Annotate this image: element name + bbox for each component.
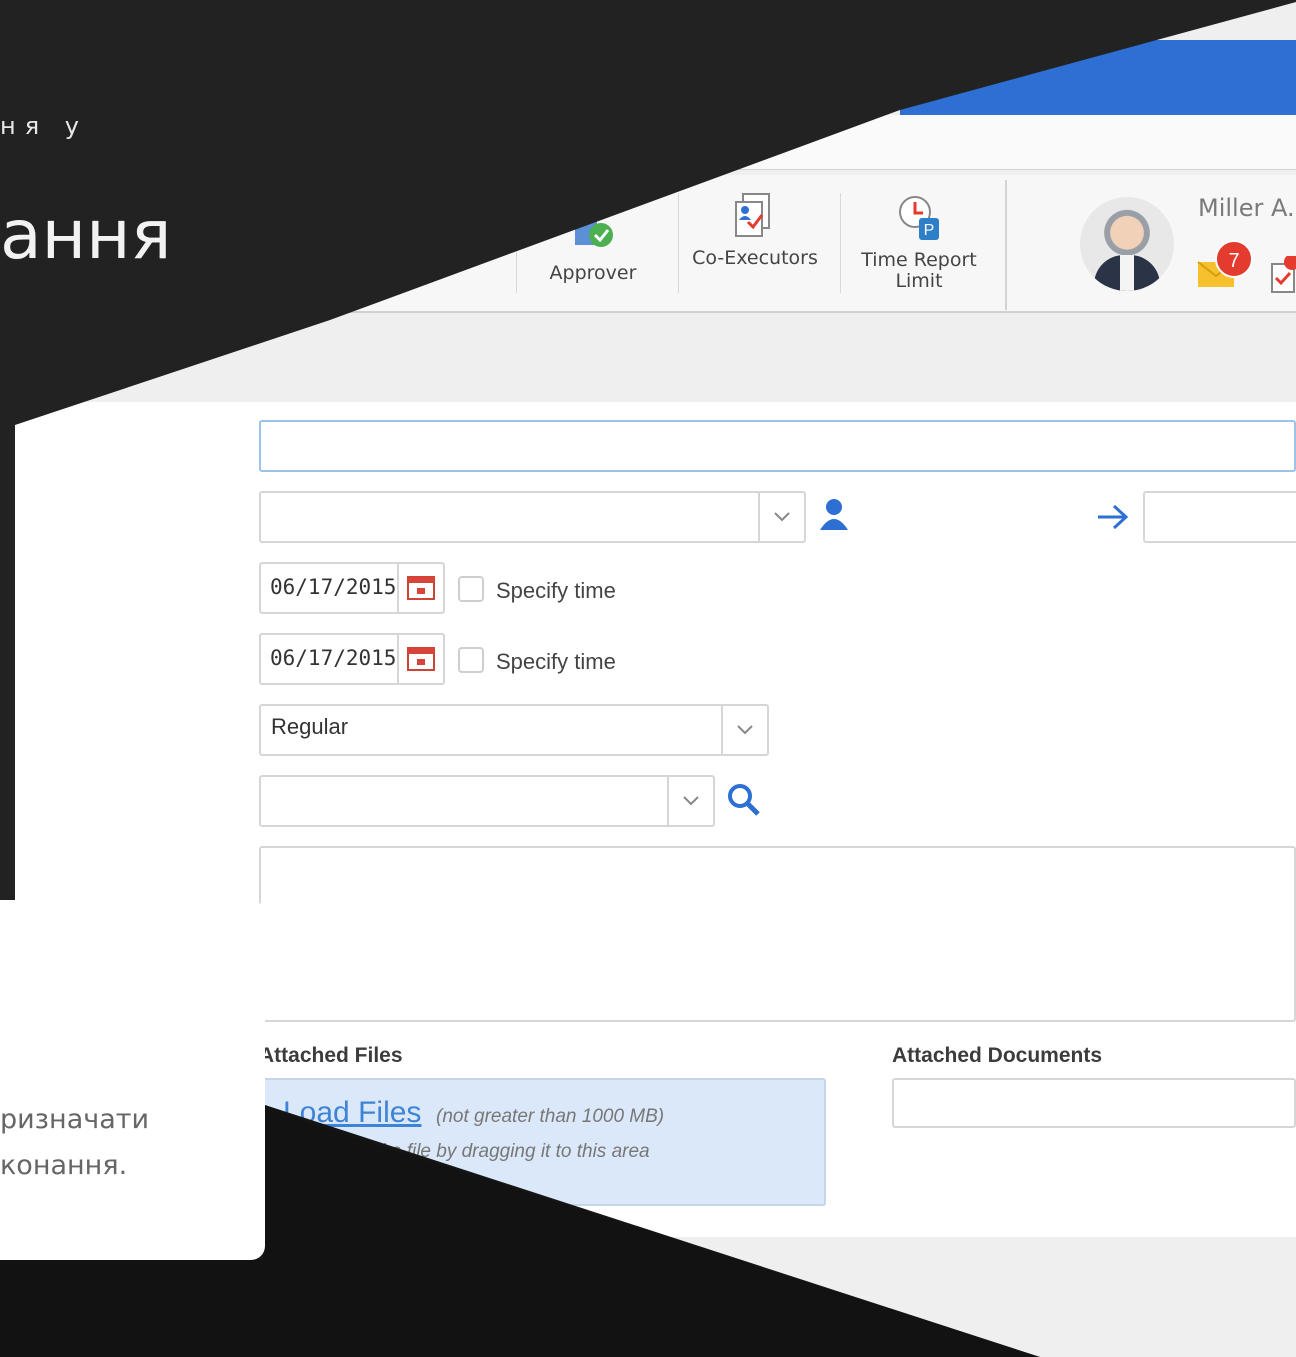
info-card-line-2: конання. [0, 1150, 128, 1181]
info-card [0, 900, 265, 1260]
slide-title: ання [0, 196, 172, 275]
overlay-top-left [0, 0, 1296, 900]
slide-kicker: ня у [0, 112, 88, 140]
info-card-line-1: ризначати [0, 1104, 150, 1135]
